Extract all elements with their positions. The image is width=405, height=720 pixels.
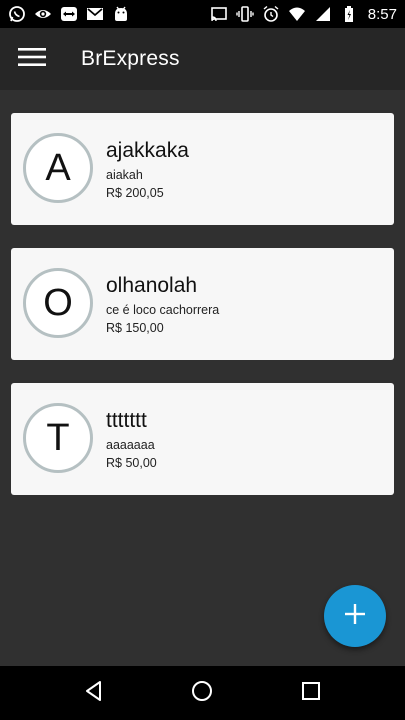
navigation-bar [0, 666, 405, 720]
home-icon [191, 680, 213, 707]
recents-button[interactable] [291, 673, 331, 713]
system-icons: 8:57 [210, 5, 397, 23]
cast-icon [210, 5, 228, 23]
alarm-icon [262, 5, 280, 23]
avatar: O [23, 268, 93, 338]
list-item[interactable]: A ajakkaka aiakah R$ 200,05 [11, 113, 394, 225]
android-icon [112, 5, 130, 23]
battery-icon [340, 5, 358, 23]
back-button[interactable] [74, 673, 114, 713]
app-title: BrExpress [81, 47, 180, 70]
app-bar: BrExpress [0, 28, 405, 90]
item-name: ttttttt [106, 409, 147, 432]
status-bar: 8:57 [0, 0, 405, 28]
notification-icons [8, 5, 130, 23]
item-description: ce é loco cachorrera [106, 303, 220, 317]
product-list: A ajakkaka aiakah R$ 200,05 O olhanolah … [11, 113, 394, 518]
item-price: R$ 200,05 [106, 186, 164, 200]
plus-icon [343, 602, 367, 631]
add-item-button[interactable] [324, 585, 386, 647]
back-icon [83, 680, 105, 707]
status-time: 8:57 [367, 5, 397, 23]
menu-button[interactable] [0, 28, 64, 90]
gmail-icon [86, 5, 104, 23]
eye-icon [34, 5, 52, 23]
item-price: R$ 150,00 [106, 321, 164, 335]
hamburger-menu-icon [18, 47, 46, 72]
avatar: T [23, 403, 93, 473]
item-price: R$ 50,00 [106, 456, 157, 470]
recents-icon [300, 680, 322, 707]
list-item[interactable]: O olhanolah ce é loco cachorrera R$ 150,… [11, 248, 394, 360]
list-item[interactable]: T ttttttt aaaaaaa R$ 50,00 [11, 383, 394, 495]
item-name: ajakkaka [106, 139, 189, 162]
vibrate-icon [236, 5, 254, 23]
item-description: aiakah [106, 168, 143, 182]
whatsapp-icon [8, 5, 26, 23]
teamviewer-icon [60, 5, 78, 23]
wifi-icon [288, 5, 306, 23]
avatar: A [23, 133, 93, 203]
home-button[interactable] [182, 673, 222, 713]
signal-icon [314, 5, 332, 23]
item-name: olhanolah [106, 274, 198, 297]
item-description: aaaaaaa [106, 438, 155, 452]
